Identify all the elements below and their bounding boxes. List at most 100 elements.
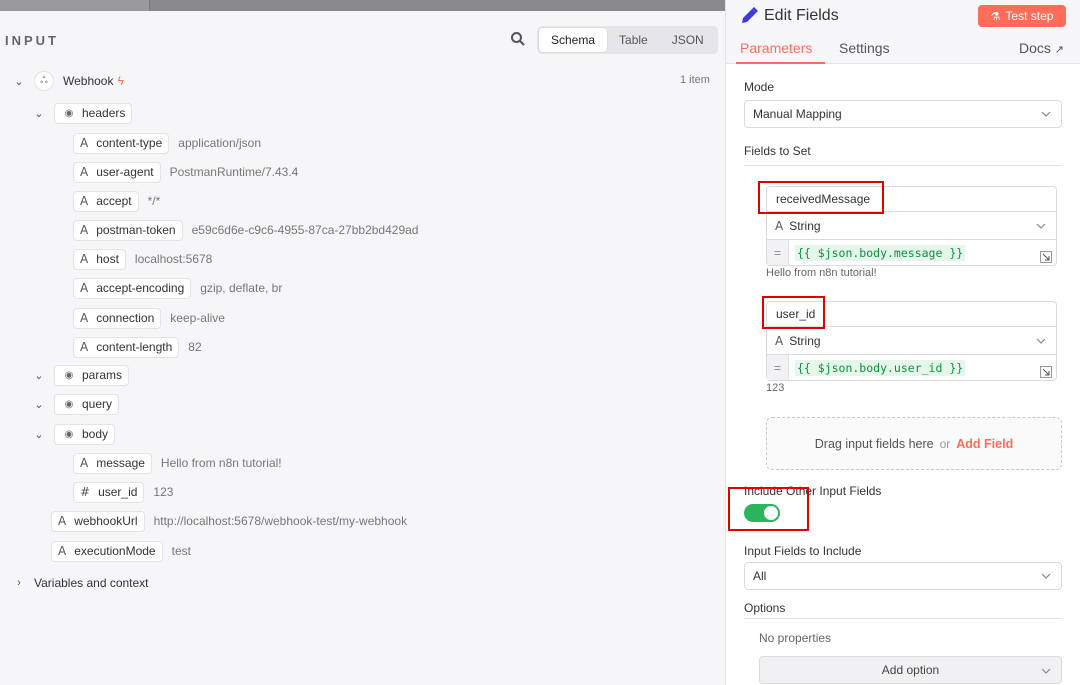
key-pill: Acontent-length — [73, 336, 180, 358]
input-fields-to-include-select[interactable]: All — [744, 562, 1062, 590]
key-pill: Apostman-token — [73, 219, 183, 241]
object-pill: ◉ query — [54, 393, 120, 415]
tree-row-connection[interactable]: Aconnection keep-alive — [73, 307, 225, 329]
tree-row-user-id[interactable]: # user_id 123 — [73, 481, 173, 503]
string-type-icon: A — [80, 281, 89, 295]
expression-equals-icon: = — [767, 355, 789, 380]
chevron-down-icon — [1036, 338, 1046, 344]
string-type-icon: A — [80, 252, 89, 266]
value-text: test — [171, 544, 191, 558]
chevron-down-icon[interactable]: ⌄ — [12, 75, 26, 88]
tab-json[interactable]: JSON — [660, 28, 716, 52]
expression-code: {{ $json.body.user_id }} — [795, 359, 966, 376]
key-label: message — [96, 456, 145, 470]
edit-fields-panel: Edit Fields ⚗ Test step Parameters Settin… — [725, 0, 1080, 685]
object-pill: ◉ body — [54, 423, 116, 445]
string-type-icon: A — [80, 136, 89, 150]
string-type-icon: A — [80, 194, 89, 208]
drag-fields-dropzone[interactable]: Drag input fields here or Add Field — [766, 417, 1062, 470]
chevron-down-icon — [1041, 111, 1051, 117]
tab-schema[interactable]: Schema — [539, 28, 608, 52]
value-text: PostmanRuntime/7.43.4 — [169, 165, 299, 179]
tree-row-execution-mode[interactable]: AexecutionMode test — [51, 540, 191, 562]
chevron-down-icon[interactable]: ⌄ — [32, 398, 46, 411]
panel-header: Edit Fields ⚗ Test step Parameters Settin… — [726, 0, 1080, 64]
webhook-label: Webhook — [63, 74, 114, 88]
key-label: body — [82, 427, 109, 441]
field-preview: Hello from n8n tutorial! — [766, 267, 877, 279]
field-type-value: String — [789, 333, 821, 348]
value-text: 82 — [188, 340, 202, 354]
tree-row-body[interactable]: ⌄ ◉ body — [32, 423, 116, 445]
field-type-select[interactable]: A String — [766, 327, 1057, 355]
chevron-right-icon[interactable]: › — [12, 577, 26, 589]
key-label: accept — [96, 194, 132, 208]
chevron-down-icon — [1036, 223, 1046, 229]
docs-link[interactable]: Docs ↗ — [1019, 40, 1064, 56]
tree-row-query[interactable]: ⌄ ◉ query — [32, 393, 120, 415]
key-label: connection — [96, 311, 155, 325]
variables-label: Variables and context — [34, 576, 149, 590]
key-label: query — [82, 397, 113, 411]
key-label: executionMode — [74, 544, 156, 558]
tree-row-accept-encoding[interactable]: Aaccept-encoding gzip, deflate, br — [73, 277, 282, 299]
tree-row-params[interactable]: ⌄ ◉ params — [32, 364, 130, 386]
tab-settings[interactable]: Settings — [839, 40, 890, 56]
value-text: e59c6d6e-c9c6-4955-87ca-27bb2bd429ad — [191, 223, 419, 237]
tree-row-content-length[interactable]: Acontent-length 82 — [73, 336, 202, 358]
tree-row-webhook[interactable]: ⌄ ஃ Webhook ϟ — [12, 70, 124, 92]
tab-parameters[interactable]: Parameters — [740, 40, 812, 56]
tree-row-accept[interactable]: Aaccept */* — [73, 190, 160, 212]
chevron-down-icon[interactable]: ⌄ — [32, 369, 46, 382]
input-panel-title: INPUT — [5, 33, 59, 48]
chevron-down-icon[interactable]: ⌄ — [32, 428, 46, 441]
value-text: gzip, deflate, br — [200, 281, 283, 295]
expression-equals-icon: = — [767, 240, 789, 265]
node-title[interactable]: Edit Fields — [764, 7, 839, 25]
tree-row-message[interactable]: Amessage Hello from n8n tutorial! — [73, 452, 282, 474]
string-type-icon: A — [80, 165, 89, 179]
number-type-icon: # — [80, 485, 91, 499]
key-pill: Aaccept — [73, 190, 139, 212]
highlight-box — [728, 487, 809, 531]
search-icon[interactable] — [510, 31, 526, 47]
tree-row-user-agent[interactable]: Auser-agent PostmanRuntime/7.43.4 — [73, 161, 298, 183]
chevron-down-icon — [1041, 573, 1051, 579]
field-value-expression[interactable]: = {{ $json.body.message }} — [766, 240, 1057, 266]
flask-icon: ⚗ — [990, 10, 1001, 23]
add-option-label: Add option — [881, 663, 940, 677]
key-label: content-type — [96, 136, 163, 150]
tree-row-postman-token[interactable]: Apostman-token e59c6d6e-c9c6-4955-87ca-27… — [73, 219, 418, 241]
key-pill: Amessage — [73, 452, 152, 474]
string-type-icon: A — [58, 544, 67, 558]
chevron-down-icon[interactable]: ⌄ — [32, 107, 46, 120]
tab-table[interactable]: Table — [607, 28, 660, 52]
chevron-down-icon — [1041, 668, 1051, 674]
add-field-link[interactable]: Add Field — [956, 437, 1013, 451]
mode-select[interactable]: Manual Mapping — [744, 100, 1062, 128]
key-label: accept-encoding — [96, 281, 185, 295]
value-text: application/json — [178, 136, 261, 150]
dropzone-text: Drag input fields here — [814, 436, 934, 451]
input-panel: INPUT Schema Table JSON 1 item ⌄ ஃ Webho… — [0, 11, 725, 685]
value-text: 123 — [153, 485, 174, 499]
field-value-expression[interactable]: = {{ $json.body.user_id }} — [766, 355, 1057, 381]
test-step-button[interactable]: ⚗ Test step — [978, 5, 1066, 27]
view-mode-tabs: Schema Table JSON — [537, 26, 718, 54]
string-type-icon: A — [775, 218, 784, 233]
tree-row-headers[interactable]: ⌄ ◉ headers — [32, 102, 133, 124]
add-option-button[interactable]: Add option — [759, 656, 1062, 684]
tree-row-host[interactable]: Ahost localhost:5678 — [73, 248, 212, 270]
field-type-select[interactable]: A String — [766, 212, 1057, 240]
expand-icon[interactable] — [1040, 251, 1052, 263]
object-icon: ◉ — [64, 107, 74, 119]
tree-row-content-type[interactable]: Acontent-type application/json — [73, 132, 261, 154]
tree-row-variables[interactable]: › Variables and context — [12, 572, 149, 594]
value-text: localhost:5678 — [134, 252, 213, 266]
key-label: user-agent — [96, 165, 154, 179]
object-icon: ◉ — [64, 398, 74, 410]
string-type-icon: A — [80, 311, 89, 325]
no-properties-text: No properties — [759, 631, 832, 645]
expand-icon[interactable] — [1040, 366, 1052, 378]
tree-row-webhook-url[interactable]: AwebhookUrl http://localhost:5678/webhook… — [51, 510, 407, 532]
